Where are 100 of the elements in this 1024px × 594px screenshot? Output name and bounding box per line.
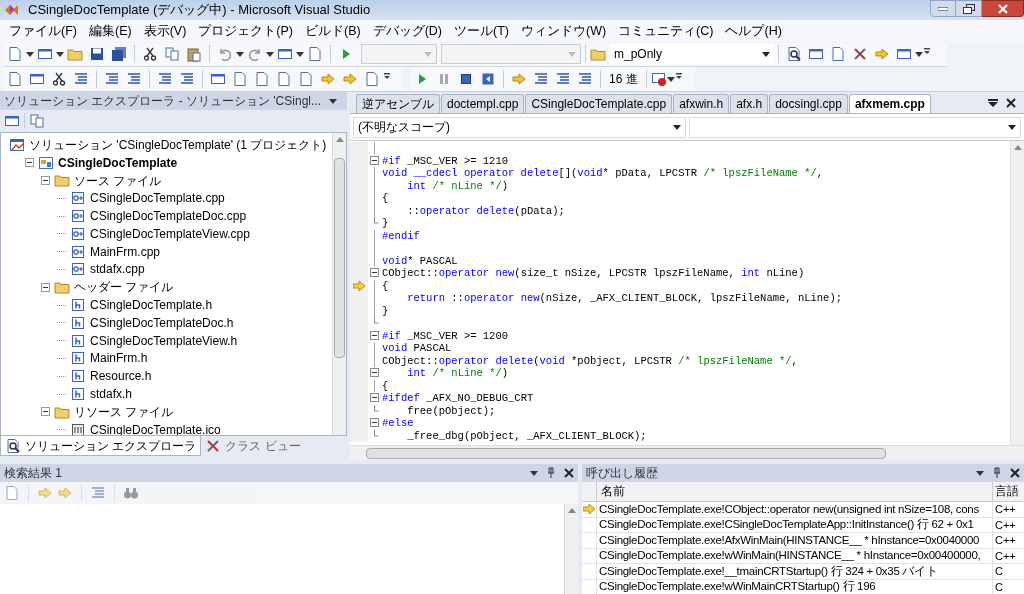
lines-icon[interactable]	[73, 71, 89, 87]
pin-icon[interactable]	[546, 467, 556, 479]
tree-item[interactable]: CSingleDocTemplate.cpp	[90, 189, 225, 208]
arrow-icon[interactable]	[342, 71, 358, 87]
tree-item[interactable]: ソース ファイル	[74, 171, 162, 190]
arrow-icon[interactable]	[320, 71, 336, 87]
collapse-icon[interactable]	[25, 158, 34, 168]
caret-icon[interactable]	[976, 470, 984, 476]
caret-icon[interactable]	[666, 76, 675, 82]
scroll-up-icon[interactable]	[335, 137, 344, 142]
tree-item[interactable]: stdafx.h	[90, 385, 133, 404]
caret-icon[interactable]	[236, 51, 244, 57]
menu-item[interactable]: ファイル(F)	[3, 21, 83, 41]
tree-item[interactable]: CSingleDocTemplateView.cpp	[90, 224, 250, 243]
tab-menu-icon[interactable]	[988, 98, 998, 107]
pin-icon[interactable]	[992, 467, 1002, 479]
cut-icon[interactable]	[142, 46, 158, 62]
window-icon[interactable]	[37, 46, 53, 62]
tree-item[interactable]: CSingleDocTemplate	[58, 153, 178, 172]
caret-icon[interactable]	[673, 124, 681, 130]
cut-icon[interactable]	[51, 71, 67, 87]
editor-tab[interactable]: docsingl.cpp	[769, 94, 848, 113]
column-header[interactable]: 名前	[596, 482, 992, 501]
collapse-icon[interactable]	[369, 154, 379, 167]
window-icon[interactable]	[808, 46, 824, 62]
editor-tab[interactable]: 逆アセンブル	[356, 94, 440, 113]
caret-icon[interactable]	[530, 470, 538, 476]
lines-icon[interactable]	[157, 71, 173, 87]
close-icon[interactable]	[1010, 468, 1020, 478]
tree-item[interactable]: stdafx.cpp	[90, 260, 145, 279]
tree-item[interactable]: CSingleDocTemplate.h	[90, 296, 213, 315]
page-icon[interactable]	[307, 46, 323, 62]
caret-icon[interactable]	[296, 51, 304, 57]
find-combo[interactable]: m_pOnly	[610, 44, 774, 64]
lines-icon[interactable]	[126, 71, 142, 87]
vertical-scrollbar[interactable]	[1010, 141, 1024, 445]
collapse-icon[interactable]	[369, 417, 379, 430]
binoculars-icon[interactable]	[123, 485, 139, 501]
window-icon[interactable]	[896, 46, 912, 62]
stop-icon[interactable]	[458, 71, 474, 87]
page-icon[interactable]	[7, 71, 23, 87]
breakpoint-icon[interactable]	[650, 71, 667, 87]
window-icon[interactable]	[29, 71, 45, 87]
page-icon[interactable]	[364, 71, 380, 87]
tree-item[interactable]: ヘッダー ファイル	[74, 278, 174, 297]
lines-icon[interactable]	[179, 71, 195, 87]
menu-item[interactable]: 表示(V)	[137, 21, 193, 41]
column-header[interactable]: 言語	[992, 482, 1024, 501]
collapse-icon[interactable]	[369, 267, 379, 280]
minimize-button[interactable]	[930, 0, 956, 17]
page-icon[interactable]	[276, 71, 292, 87]
menu-item[interactable]: プロジェクト(P)	[192, 21, 299, 41]
copy-icon[interactable]	[164, 46, 180, 62]
scroll-up-icon[interactable]	[1013, 145, 1022, 150]
lines-icon[interactable]	[533, 71, 549, 87]
save-all-icon[interactable]	[111, 46, 127, 62]
page-icon[interactable]	[830, 46, 846, 62]
menu-item[interactable]: 編集(E)	[82, 21, 138, 41]
caret-icon[interactable]	[762, 51, 770, 57]
tree-item[interactable]: CSingleDocTemplateDoc.h	[90, 313, 234, 332]
lines-icon[interactable]	[104, 71, 120, 87]
copy-icon[interactable]	[29, 113, 45, 129]
close-icon[interactable]	[564, 468, 574, 478]
tree-item[interactable]: Resource.h	[90, 367, 152, 386]
window-icon[interactable]	[277, 46, 293, 62]
arrow-icon[interactable]	[511, 71, 527, 87]
vertical-scrollbar[interactable]	[564, 504, 578, 594]
menu-item[interactable]: ツール(T)	[448, 21, 515, 41]
collapse-icon[interactable]	[41, 407, 50, 417]
caret-icon[interactable]	[56, 51, 64, 57]
paste-icon[interactable]	[186, 46, 202, 62]
menu-item[interactable]: ヘルプ(H)	[719, 21, 788, 41]
save-icon[interactable]	[89, 46, 105, 62]
editor-tab[interactable]: doctempl.cpp	[441, 94, 525, 113]
tree-item[interactable]: MainFrm.cpp	[90, 242, 160, 261]
folder-icon[interactable]	[590, 46, 606, 62]
vertical-scrollbar[interactable]	[332, 133, 346, 435]
caret-icon[interactable]	[915, 51, 923, 57]
lines-icon[interactable]	[577, 71, 593, 87]
editor-tab[interactable]: afxmem.cpp	[848, 94, 931, 113]
scroll-up-icon[interactable]	[567, 508, 576, 513]
menu-item[interactable]: コミュニティ(C)	[612, 21, 720, 41]
window-icon[interactable]	[210, 71, 226, 87]
menu-item[interactable]: デバッグ(D)	[366, 21, 448, 41]
tree-item[interactable]: CSingleDocTemplateDoc.cpp	[90, 207, 247, 226]
lines-icon[interactable]	[555, 71, 571, 87]
arrow-icon[interactable]	[874, 46, 890, 62]
page-icon[interactable]	[7, 46, 23, 62]
hex-button[interactable]: 16 進	[605, 70, 642, 88]
tree-item[interactable]: CSingleDocTemplateView.h	[90, 331, 238, 350]
caret-icon[interactable]	[1008, 124, 1016, 130]
restore-button[interactable]	[956, 0, 982, 17]
editor-tab[interactable]: afx.h	[730, 94, 769, 113]
editor-tab[interactable]: CSingleDocTemplate.cpp	[525, 94, 673, 113]
close-button[interactable]	[982, 0, 1024, 17]
window-icon[interactable]	[4, 113, 20, 129]
horizontal-scrollbar[interactable]	[350, 445, 1024, 460]
caret-icon[interactable]	[329, 98, 337, 104]
editor-tab[interactable]: afxwin.h	[673, 94, 730, 113]
caret-icon[interactable]	[266, 51, 274, 57]
